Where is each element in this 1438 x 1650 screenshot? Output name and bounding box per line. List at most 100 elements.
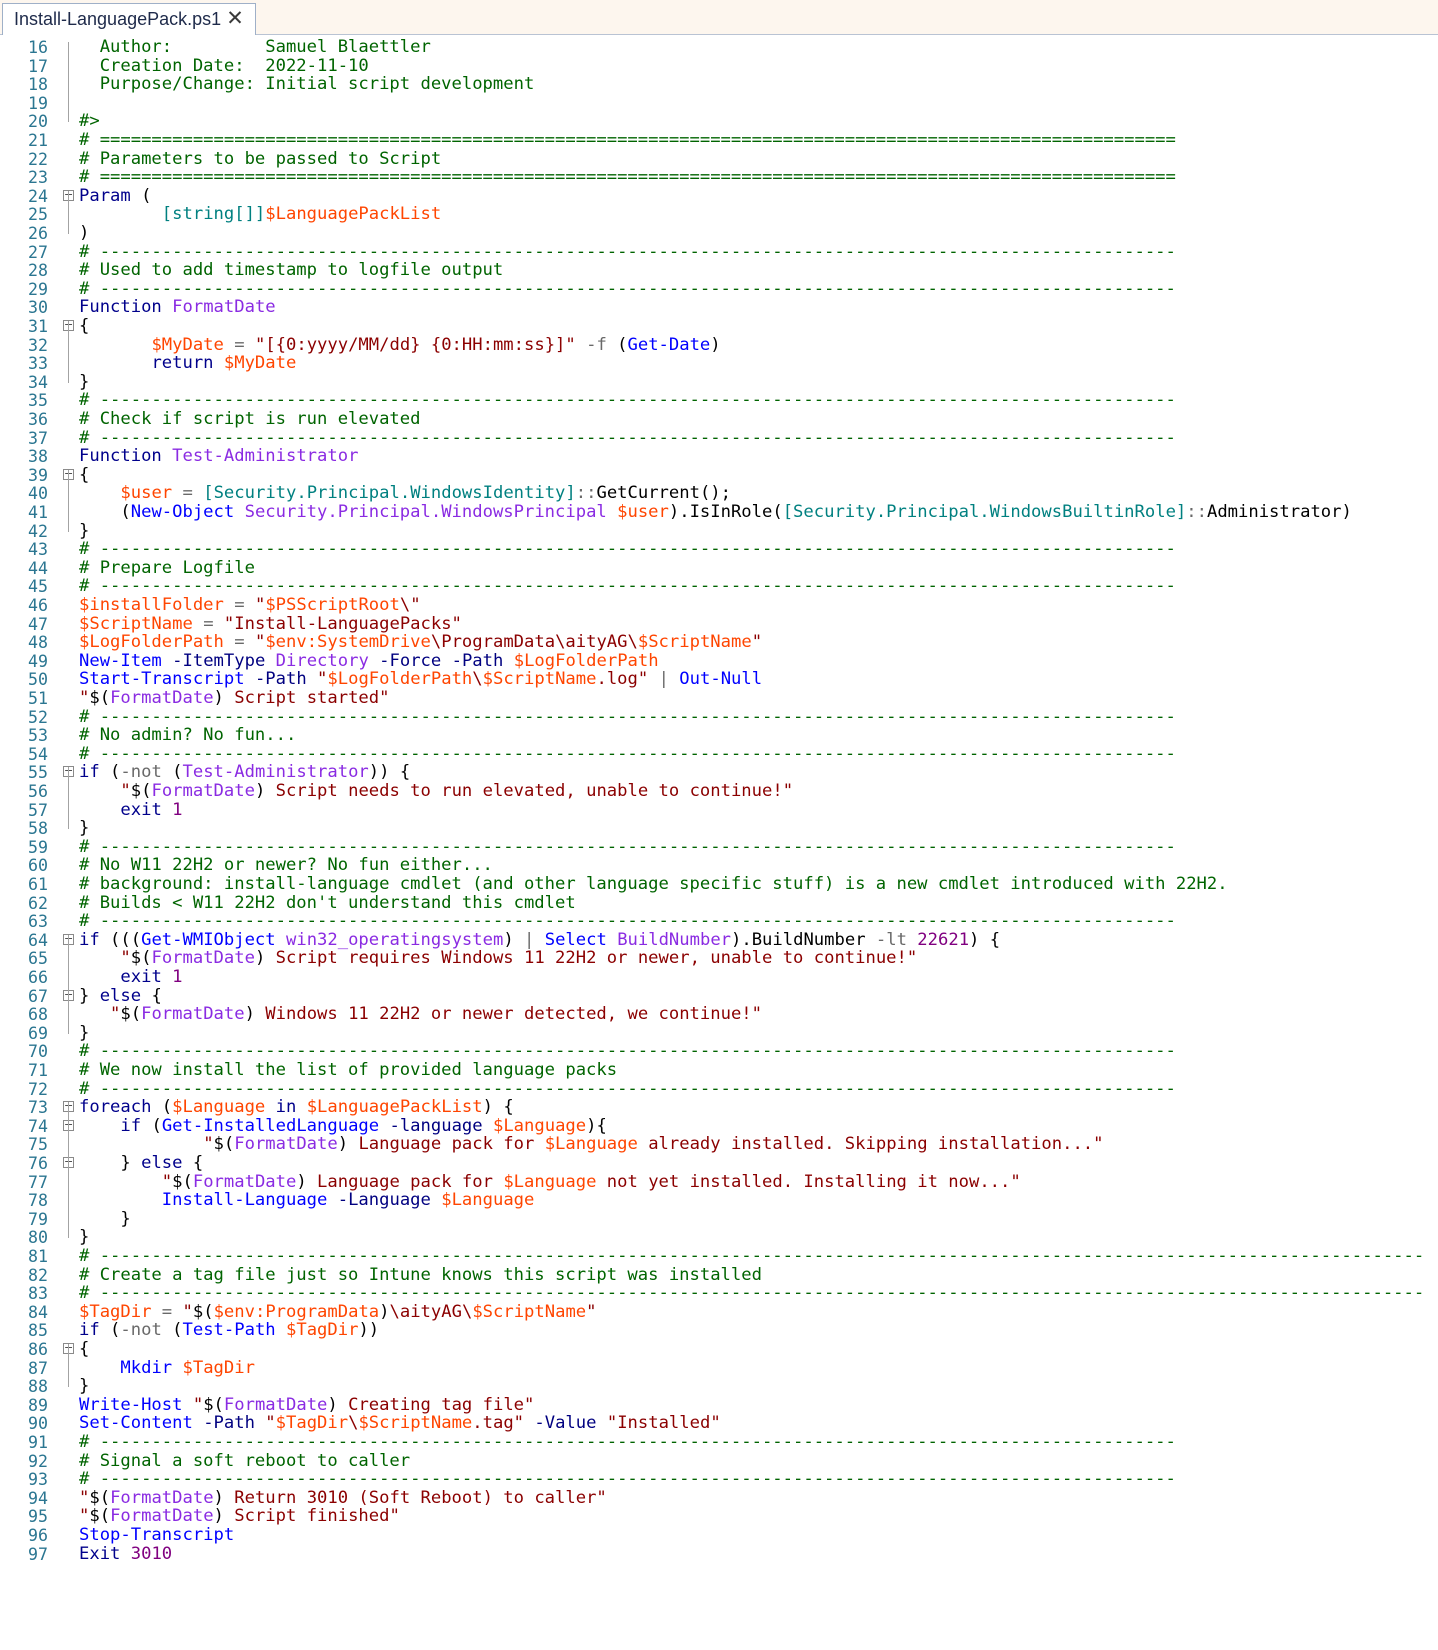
code-line[interactable]: 38 Function Test-Administrator: [0, 446, 1438, 467]
code-line[interactable]: 20 #>: [0, 112, 1438, 132]
code-line[interactable]: 72 # ------------------------------------…: [0, 1079, 1438, 1100]
code-line[interactable]: 85 if (-not (Test-Path $TagDir)): [0, 1321, 1438, 1341]
code-line[interactable]: 68 "$(FormatDate) Windows 11 22H2 or new…: [0, 1004, 1438, 1025]
code-text: Author: Samuel Blaettler: [79, 38, 431, 58]
code-line[interactable]: 87 Mkdir $TagDir: [0, 1358, 1438, 1379]
code-line[interactable]: 23 # ====================================…: [0, 167, 1438, 188]
line-number: 24: [28, 186, 48, 206]
code-line[interactable]: 80}: [0, 1228, 1438, 1248]
code-line[interactable]: 89 Write-Host "$(FormatDate) Creating tag…: [0, 1395, 1438, 1416]
close-icon[interactable]: ✕: [225, 7, 245, 29]
code-line[interactable]: 58}: [0, 818, 1438, 839]
code-line[interactable]: 79 }: [0, 1209, 1438, 1230]
code-line[interactable]: 69}: [0, 1023, 1438, 1044]
code-line[interactable]: 36 # Check if script is run elevated: [0, 409, 1438, 430]
code-line[interactable]: 74− if (Get-InstalledLanguage -language …: [0, 1115, 1438, 1137]
code-line[interactable]: 55−if (-not (Test-Administrator)) {: [0, 763, 1438, 783]
code-line[interactable]: 61 # background: install-language cmdlet …: [0, 874, 1438, 895]
code-token: # --------------------------------------…: [79, 241, 1176, 262]
code-line[interactable]: 59 # ------------------------------------…: [0, 837, 1438, 858]
code-line[interactable]: 29 # ------------------------------------…: [0, 279, 1438, 300]
code-line[interactable]: 21 # ====================================…: [0, 130, 1438, 151]
code-line[interactable]: 57 exit 1: [0, 800, 1438, 821]
code-line[interactable]: 86−{: [0, 1339, 1438, 1360]
code-line[interactable]: 81 # ------------------------------------…: [0, 1246, 1438, 1267]
code-token: $ScriptName: [637, 632, 752, 653]
code-line[interactable]: 83 # ------------------------------------…: [0, 1283, 1438, 1304]
code-line[interactable]: 73−foreach ($Language in $LanguagePackLi…: [0, 1097, 1438, 1118]
code-line[interactable]: 50 Start-Transcript -Path "$LogFolderPath…: [0, 670, 1438, 690]
code-line[interactable]: 94 "$(FormatDate) Return 3010 (Soft Reboo…: [0, 1488, 1438, 1509]
code-line[interactable]: 90 Set-Content -Path "$TagDir\$ScriptName…: [0, 1414, 1438, 1434]
code-line[interactable]: 45 # ------------------------------------…: [0, 577, 1438, 597]
code-line[interactable]: 70 # ------------------------------------…: [0, 1042, 1438, 1062]
code-line[interactable]: 32 $MyDate = "[{0:yyyy/MM/dd} {0:HH:mm:s…: [0, 335, 1438, 356]
code-line[interactable]: 82 # Create a tag file just so Intune kno…: [0, 1265, 1438, 1286]
code-line[interactable]: 71 # We now install the list of provided …: [0, 1060, 1438, 1081]
line-number: 89: [28, 1395, 48, 1415]
code-line[interactable]: 44 # Prepare Logfile: [0, 558, 1438, 579]
code-line[interactable]: 17 Creation Date: 2022-11-10: [0, 56, 1438, 77]
code-line[interactable]: 43 # ------------------------------------…: [0, 539, 1438, 560]
code-line[interactable]: 35 # ------------------------------------…: [0, 391, 1438, 411]
code-line[interactable]: 54 # ------------------------------------…: [0, 744, 1438, 765]
code-line[interactable]: 93 # ------------------------------------…: [0, 1469, 1438, 1490]
code-line[interactable]: 22 # Parameters to be passed to Script: [0, 149, 1438, 170]
code-line[interactable]: 26): [0, 223, 1438, 244]
code-token: Param: [79, 185, 131, 206]
code-line[interactable]: 39−{: [0, 465, 1438, 486]
code-line[interactable]: 63 # ------------------------------------…: [0, 911, 1438, 932]
code-line[interactable]: 40 $user = [Security.Principal.WindowsId…: [0, 484, 1438, 504]
code-line[interactable]: 53 # No admin? No fun...: [0, 725, 1438, 746]
code-line[interactable]: 75 "$(FormatDate) Language pack for $Lan…: [0, 1135, 1438, 1155]
code-line[interactable]: 92 # Signal a soft reboot to caller: [0, 1451, 1438, 1472]
code-line[interactable]: 51 "$(FormatDate) Script started": [0, 688, 1438, 709]
code-line[interactable]: 18 Purpose/Change: Initial script develo…: [0, 74, 1438, 95]
code-line[interactable]: 28 # Used to add timestamp to logfile out…: [0, 260, 1438, 281]
code-line[interactable]: 42}: [0, 521, 1438, 542]
code-line[interactable]: 91 # ------------------------------------…: [0, 1432, 1438, 1453]
code-token: $Language: [544, 1134, 638, 1155]
code-line[interactable]: 96 Stop-Transcript: [0, 1525, 1438, 1546]
code-line[interactable]: 65 "$(FormatDate) Script requires Window…: [0, 949, 1438, 969]
code-line[interactable]: 77 "$(FormatDate) Language pack for $Lan…: [0, 1172, 1438, 1193]
code-line[interactable]: 24−Param (: [0, 185, 1438, 207]
code-line[interactable]: 31−{: [0, 316, 1438, 337]
code-editor[interactable]: 16 Author: Samuel Blaettler 17 Creation D…: [0, 38, 1438, 1650]
code-line[interactable]: 56 "$(FormatDate) Script needs to run el…: [0, 781, 1438, 802]
code-line[interactable]: 66 exit 1: [0, 967, 1438, 988]
code-line[interactable]: 88}: [0, 1376, 1438, 1397]
code-line[interactable]: 67−} else {: [0, 986, 1438, 1007]
code-text: Write-Host "$(FormatDate) Creating tag f…: [79, 1395, 534, 1416]
code-token: $LanguagePackList: [265, 204, 442, 225]
code-line[interactable]: 60 # No W11 22H2 or newer? No fun either.…: [0, 856, 1438, 876]
code-token: Test-Administrator: [172, 446, 359, 467]
file-tab[interactable]: Install-LanguagePack.ps1 ✕: [2, 3, 256, 35]
code-line[interactable]: 41 (New-Object Security.Principal.Window…: [0, 502, 1438, 523]
code-line[interactable]: 47 $ScriptName = "Install-LanguagePacks": [0, 614, 1438, 635]
code-line[interactable]: 62 # Builds < W11 22H2 don't understand t…: [0, 893, 1438, 914]
code-line[interactable]: 25 [string[]]$LanguagePackList: [0, 205, 1438, 225]
code-line[interactable]: 64−if (((Get-WMIObject win32_operatingsy…: [0, 930, 1438, 951]
code-line[interactable]: 30 Function FormatDate: [0, 298, 1438, 318]
code-line[interactable]: 37 # ------------------------------------…: [0, 428, 1438, 449]
code-line[interactable]: 27 # ------------------------------------…: [0, 241, 1438, 263]
code-token: ): [254, 781, 266, 801]
code-token: Get-InstalledLanguage: [161, 1115, 380, 1136]
code-token: -language: [389, 1115, 483, 1136]
code-line[interactable]: 78 Install-Language -Language $Language: [0, 1190, 1438, 1211]
code-line[interactable]: 19: [0, 94, 1438, 114]
code-line[interactable]: 95 "$(FormatDate) Script finished": [0, 1507, 1438, 1527]
code-line[interactable]: 48 $LogFolderPath = "$env:SystemDrive\Pro…: [0, 632, 1438, 653]
code-line[interactable]: 16 Author: Samuel Blaettler: [0, 38, 1438, 58]
code-line[interactable]: 76− } else {: [0, 1153, 1438, 1174]
code-line[interactable]: 49 New-Item -ItemType Directory -Force -P…: [0, 651, 1438, 672]
code-line[interactable]: 52 # ------------------------------------…: [0, 707, 1438, 728]
code-line[interactable]: 97 Exit 3010: [0, 1544, 1438, 1565]
code-line[interactable]: 34}: [0, 372, 1438, 393]
code-line[interactable]: 46 $installFolder = "$PSScriptRoot\": [0, 595, 1438, 616]
code-line[interactable]: 33 return $MyDate: [0, 353, 1438, 374]
code-line[interactable]: 84 $TagDir = "$($env:ProgramData)\aityAG\…: [0, 1302, 1438, 1323]
